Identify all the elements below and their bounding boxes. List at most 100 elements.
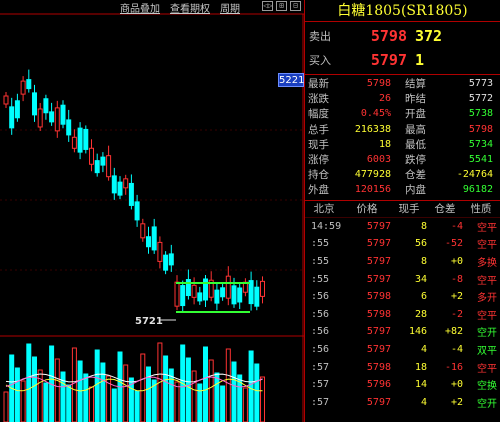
ask-row[interactable]: 卖出 5798 372 bbox=[305, 24, 500, 48]
volume-bar bbox=[66, 384, 72, 422]
period-button[interactable]: 周期 bbox=[220, 0, 240, 15]
scroll-arrows-icon[interactable]: ◁▷ bbox=[262, 1, 273, 11]
stat-row: 现手 18 最低 5734 bbox=[305, 137, 500, 152]
candle-body bbox=[151, 226, 157, 251]
tick-price: 5797 bbox=[366, 396, 391, 408]
tick-row[interactable]: :56 5797 146 +82 空开 bbox=[305, 323, 500, 341]
volume-bar bbox=[220, 385, 226, 422]
tick-row[interactable]: :57 5798 18 -16 空平 bbox=[305, 358, 500, 376]
candle-body bbox=[26, 79, 32, 90]
chart-toolbar-icons: ◁▷ ⊞ ⊟ bbox=[262, 1, 301, 11]
candle-body bbox=[168, 253, 174, 266]
tick-volume: 4 bbox=[420, 396, 427, 408]
tick-volume: 4 bbox=[420, 343, 427, 355]
tick-volume: 6 bbox=[420, 291, 427, 303]
candle-body bbox=[66, 119, 72, 136]
volume-bar bbox=[134, 390, 140, 422]
tick-time: :55 bbox=[311, 255, 330, 267]
volume-bar bbox=[100, 362, 106, 422]
kline-chart[interactable]: 商品叠加 查看期权 周期 ◁▷ ⊞ ⊟ 5221 5721 bbox=[0, 0, 304, 422]
tick-time: :56 bbox=[311, 326, 330, 338]
zoom-in-icon[interactable]: ⊞ bbox=[276, 1, 287, 11]
volume-bar bbox=[3, 391, 9, 422]
tick-row[interactable]: 14:59 5797 8 -4 空平 bbox=[305, 218, 500, 236]
tick-row[interactable]: :56 5797 4 -4 双平 bbox=[305, 341, 500, 359]
ticks-header-nature: 性质 bbox=[470, 203, 492, 215]
volume-bar bbox=[254, 363, 260, 422]
stat-value: 26 bbox=[378, 93, 391, 105]
quote-stats: 最新 5798 结算 5773 涨跌 26 昨结 5772 幅度 0.45% 开盘 5738 总手 216… bbox=[305, 75, 500, 201]
stat-row: 涨跌 26 昨结 5772 bbox=[305, 91, 500, 106]
quote-panel: 白糖1805(SR1805) 卖出 5798 372 买入 5797 1 最新 5… bbox=[304, 0, 500, 422]
tick-time: :55 bbox=[311, 238, 330, 250]
price-axis-marker: 5221 bbox=[278, 73, 305, 87]
candle-body bbox=[100, 156, 106, 166]
candle-body bbox=[89, 147, 94, 165]
candle-body bbox=[163, 254, 169, 271]
candle-body bbox=[140, 223, 146, 239]
tick-time: :56 bbox=[311, 308, 330, 320]
tick-row[interactable]: :55 5797 56 -52 空平 bbox=[305, 235, 500, 253]
ticks-header: 北京 价格 现手 仓差 性质 bbox=[305, 201, 500, 218]
tick-price: 5797 bbox=[366, 238, 391, 250]
stat-label: 幅度 bbox=[308, 108, 329, 121]
tick-nature: 空平 bbox=[477, 222, 497, 234]
tick-time: :56 bbox=[311, 343, 330, 355]
volume-bar bbox=[174, 381, 180, 422]
tick-time: :57 bbox=[311, 379, 330, 391]
tick-row[interactable]: :56 5798 28 -2 空平 bbox=[305, 305, 500, 323]
candle-body bbox=[111, 175, 117, 194]
tick-row[interactable]: :55 5797 34 -8 空平 bbox=[305, 270, 500, 288]
stat-label: 涨停 bbox=[308, 154, 329, 167]
tick-oi-change: -8 bbox=[450, 273, 463, 285]
low-price-label: 5721 bbox=[135, 316, 163, 327]
view-options-button[interactable]: 查看期权 bbox=[170, 0, 210, 15]
volume-bar bbox=[197, 383, 203, 422]
overlay-commodity-button[interactable]: 商品叠加 bbox=[120, 0, 160, 15]
tick-price: 5798 bbox=[366, 291, 391, 303]
stat-value: 477928 bbox=[354, 169, 391, 181]
volume-bar bbox=[111, 388, 117, 422]
zoom-out-icon[interactable]: ⊟ bbox=[290, 1, 301, 11]
candle-body bbox=[128, 182, 134, 206]
tick-row[interactable]: :57 5796 14 +0 空换 bbox=[305, 376, 500, 394]
candle-body bbox=[49, 111, 55, 123]
tick-time: :57 bbox=[311, 361, 330, 373]
volume-bar bbox=[123, 364, 129, 422]
candle-body bbox=[214, 289, 220, 304]
tick-price: 5797 bbox=[366, 343, 391, 355]
kline-svg[interactable] bbox=[0, 0, 304, 422]
tick-row[interactable]: :57 5797 4 +2 空开 bbox=[305, 393, 500, 411]
volume-bar bbox=[89, 386, 94, 422]
tick-volume: 14 bbox=[414, 379, 427, 391]
tick-row[interactable]: :56 5798 6 +2 多开 bbox=[305, 288, 500, 306]
candle-body bbox=[197, 292, 203, 302]
tick-oi-change: -52 bbox=[444, 238, 463, 250]
volume-bar bbox=[20, 380, 26, 422]
candle-body bbox=[157, 241, 163, 262]
volume-bar bbox=[225, 348, 231, 422]
stat-label: 总手 bbox=[308, 123, 329, 136]
candle-body bbox=[220, 287, 226, 298]
volume-bar bbox=[26, 343, 32, 422]
stat-value: 96182 bbox=[462, 184, 493, 196]
candle-body bbox=[77, 127, 83, 153]
tick-nature: 空平 bbox=[477, 310, 497, 322]
stat-row: 持仓 477928 仓差 -24764 bbox=[305, 167, 500, 182]
tick-oi-change: +0 bbox=[450, 379, 463, 391]
stat-label: 现手 bbox=[308, 138, 329, 151]
stat-value: 216338 bbox=[354, 123, 391, 135]
tick-volume: 18 bbox=[414, 361, 427, 373]
bid-row[interactable]: 买入 5797 1 bbox=[305, 48, 500, 72]
volume-bar bbox=[203, 346, 208, 422]
stat-value: 0.45% bbox=[360, 108, 391, 120]
stat-label: 最低 bbox=[405, 138, 426, 151]
stat-value: 5798 bbox=[468, 123, 493, 135]
tick-row[interactable]: :55 5797 8 +0 多换 bbox=[305, 253, 500, 271]
volume-bar bbox=[146, 366, 151, 422]
tick-price: 5797 bbox=[366, 255, 391, 267]
ticks-list[interactable]: 14:59 5797 8 -4 空平:55 5797 56 -52 空平:55 5797 8 +0 多换… bbox=[305, 218, 500, 412]
volume-bar bbox=[163, 355, 169, 422]
stat-label: 持仓 bbox=[308, 169, 329, 182]
tick-volume: 8 bbox=[420, 220, 427, 232]
